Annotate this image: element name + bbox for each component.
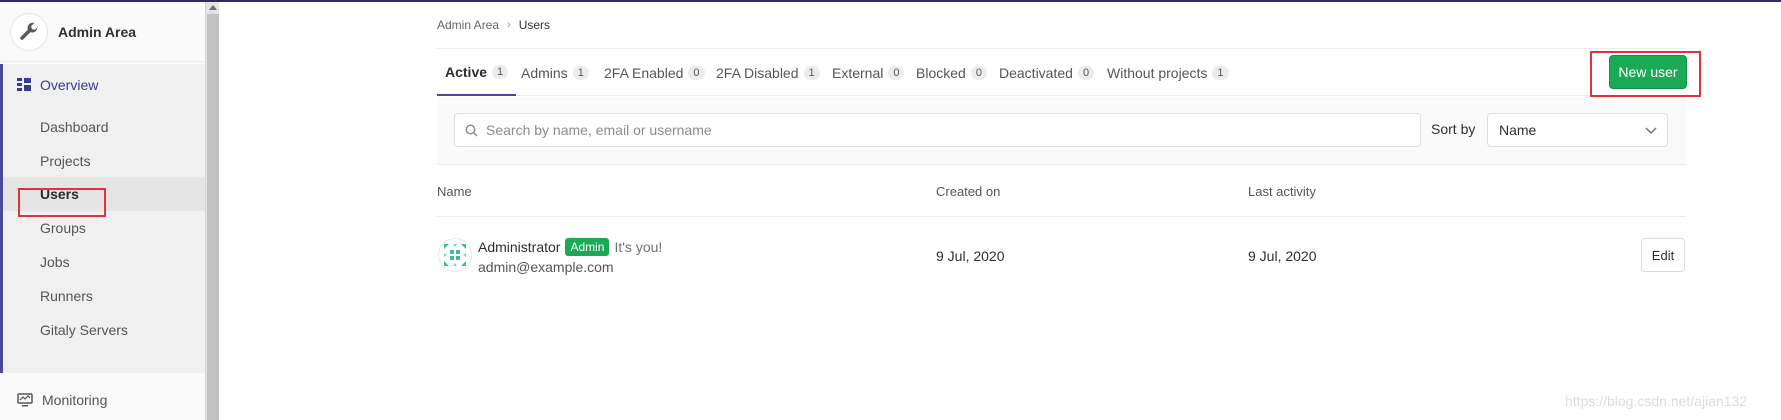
column-header-last-activity: Last activity — [1248, 184, 1316, 199]
tab-label: Admins — [521, 64, 568, 81]
scroll-up-icon[interactable] — [209, 5, 217, 10]
breadcrumb-parent[interactable]: Admin Area — [437, 18, 499, 32]
breadcrumb-current[interactable]: Users — [519, 18, 550, 32]
tab-count-badge: 0 — [688, 65, 705, 80]
tab-label: Active — [445, 63, 488, 80]
table-divider — [437, 216, 1686, 217]
tab-without-projects[interactable]: Without projects 1 — [1107, 49, 1229, 96]
sidebar-overview-group: Overview Dashboard Projects Users Groups… — [0, 64, 205, 373]
created-on-cell: 9 Jul, 2020 — [936, 248, 1005, 264]
monitor-icon — [17, 393, 33, 407]
edit-user-button[interactable]: Edit — [1641, 238, 1685, 272]
sidebar-item-overview[interactable]: Overview — [3, 64, 205, 106]
top-border — [0, 0, 1781, 2]
sidebar-item-groups[interactable]: Groups — [3, 211, 205, 245]
sidebar-header[interactable]: Admin Area — [0, 2, 205, 62]
tab-label: Deactivated — [999, 64, 1073, 81]
avatar[interactable] — [438, 238, 472, 272]
filter-bar: Sort by Name — [437, 97, 1686, 165]
tab-count-badge: 0 — [1077, 65, 1095, 80]
tab-count-badge: 0 — [970, 65, 987, 80]
sidebar-monitoring-label: Monitoring — [42, 392, 108, 408]
search-field[interactable] — [454, 113, 1421, 147]
sidebar-title: Admin Area — [58, 23, 137, 40]
sidebar-overview-label: Overview — [40, 77, 99, 93]
its-you-note: It's you! — [614, 239, 663, 255]
tab-label: Without projects — [1107, 64, 1208, 81]
sidebar-item-jobs[interactable]: Jobs — [3, 245, 205, 279]
sort-selected-value: Name — [1499, 122, 1537, 138]
sidebar-item-runners[interactable]: Runners — [3, 279, 205, 313]
sidebar-item-dashboard[interactable]: Dashboard — [3, 110, 205, 144]
sidebar-scrollbar[interactable] — [205, 2, 219, 420]
tab-label: Blocked — [916, 64, 966, 81]
search-icon — [465, 124, 478, 137]
scrollbar-thumb[interactable] — [207, 14, 219, 420]
tab-label: External — [832, 64, 884, 81]
tab-2fa-disabled[interactable]: 2FA Disabled 1 — [716, 49, 820, 96]
wrench-icon — [10, 12, 48, 51]
sidebar-item-monitoring[interactable]: Monitoring — [0, 382, 205, 418]
chevron-right-icon: › — [507, 19, 511, 31]
user-filter-tabs: Active 1 Admins 1 2FA Enabled 0 2FA Disa… — [437, 48, 1686, 96]
tab-external[interactable]: External 0 — [832, 49, 905, 96]
tab-count-badge: 0 — [888, 65, 905, 80]
sidebar-item-gitaly-servers[interactable]: Gitaly Servers — [3, 313, 205, 347]
search-input[interactable] — [486, 122, 1386, 138]
tab-count-badge: 1 — [492, 64, 509, 79]
chevron-down-icon — [1645, 127, 1657, 135]
user-name-link[interactable]: Administrator — [478, 239, 560, 255]
tab-count-badge: 1 — [572, 65, 589, 80]
user-name-line: Administrator Admin It's you! — [478, 238, 662, 256]
tab-blocked[interactable]: Blocked 0 — [916, 49, 987, 96]
admin-sidebar: Admin Area Overview Dashboard Projects U… — [0, 2, 205, 420]
tab-active[interactable]: Active 1 — [437, 49, 517, 96]
tab-label: 2FA Disabled — [716, 64, 799, 81]
overview-grid-icon — [17, 78, 31, 91]
new-user-button[interactable]: New user — [1609, 55, 1687, 89]
sidebar-item-users[interactable]: Users — [3, 177, 205, 211]
tab-label: 2FA Enabled — [604, 64, 684, 81]
admin-badge: Admin — [565, 238, 610, 256]
sort-dropdown[interactable]: Name — [1487, 113, 1668, 147]
column-header-created: Created on — [936, 184, 1001, 199]
tab-deactivated[interactable]: Deactivated 0 — [999, 49, 1095, 96]
tab-admins[interactable]: Admins 1 — [521, 49, 589, 96]
watermark: https://blog.csdn.net/ajian132 — [1565, 393, 1748, 409]
user-email: admin@example.com — [478, 259, 614, 275]
breadcrumb: Admin Area › Users — [437, 18, 550, 32]
sidebar-item-projects[interactable]: Projects — [3, 144, 205, 178]
tab-count-badge: 1 — [803, 65, 820, 80]
tab-count-badge: 1 — [1212, 65, 1229, 80]
column-header-name: Name — [437, 184, 472, 199]
sort-label: Sort by — [1431, 121, 1476, 137]
tab-2fa-enabled[interactable]: 2FA Enabled 0 — [604, 49, 705, 96]
last-activity-cell: 9 Jul, 2020 — [1248, 248, 1317, 264]
